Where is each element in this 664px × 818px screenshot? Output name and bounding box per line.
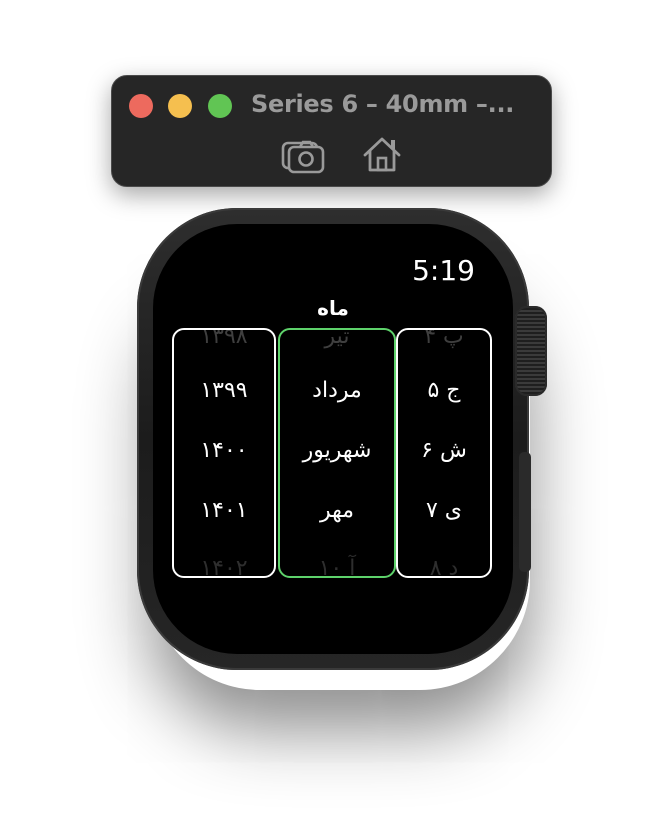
year-picker[interactable]: ۱۳۹۸ ۱۳۹۹ ۱۴۰۰ ۱۴۰۱ ۱۴۰۲	[172, 328, 276, 578]
picker-item[interactable]: ۱۴۰۱	[174, 498, 274, 523]
picker-item: ۱۰ آ	[318, 556, 356, 578]
window-title: Series 6 – 40mm –...	[251, 90, 515, 118]
screenshot-camera-icon[interactable]	[280, 134, 326, 174]
home-icon[interactable]	[360, 134, 406, 174]
picker-item: ۱۳۹۸	[200, 328, 248, 349]
digital-crown[interactable]	[515, 306, 547, 396]
picker-item[interactable]: ی ۷	[398, 498, 490, 523]
screen-title: ماه	[317, 296, 349, 320]
month-picker[interactable]: تیر مرداد شهریور مهر ۱۰ آ	[278, 328, 396, 578]
picker-item-selected[interactable]: شهریور	[280, 438, 394, 463]
day-picker[interactable]: پ ۴ ج ۵ ش ۶ ی ۷ د ۸	[396, 328, 492, 578]
picker-item[interactable]: مهر	[280, 498, 394, 523]
side-button[interactable]	[519, 452, 531, 572]
picker-item: پ ۴	[424, 328, 464, 349]
picker-item-selected[interactable]: ۱۴۰۰	[174, 438, 274, 463]
picker-item: ۱۴۰۲	[200, 556, 248, 578]
minimize-window-button[interactable]	[168, 94, 192, 118]
status-clock: 5:19	[412, 254, 475, 287]
picker-item: د ۸	[429, 556, 459, 578]
picker-item: تیر	[324, 328, 350, 349]
close-window-button[interactable]	[129, 94, 153, 118]
picker-item[interactable]: ۱۳۹۹	[174, 378, 274, 403]
picker-item[interactable]: ج ۵	[398, 378, 490, 403]
watch-screen: 5:19 ماه ۱۳۹۸ ۱۳۹۹ ۱۴۰۰ ۱۴۰۱ ۱۴۰۲ تیر مر…	[153, 224, 513, 654]
picker-item[interactable]: مرداد	[280, 378, 394, 403]
zoom-window-button[interactable]	[208, 94, 232, 118]
picker-item-selected[interactable]: ش ۶	[398, 438, 490, 463]
simulator-toolbar: Series 6 – 40mm –...	[111, 75, 552, 187]
